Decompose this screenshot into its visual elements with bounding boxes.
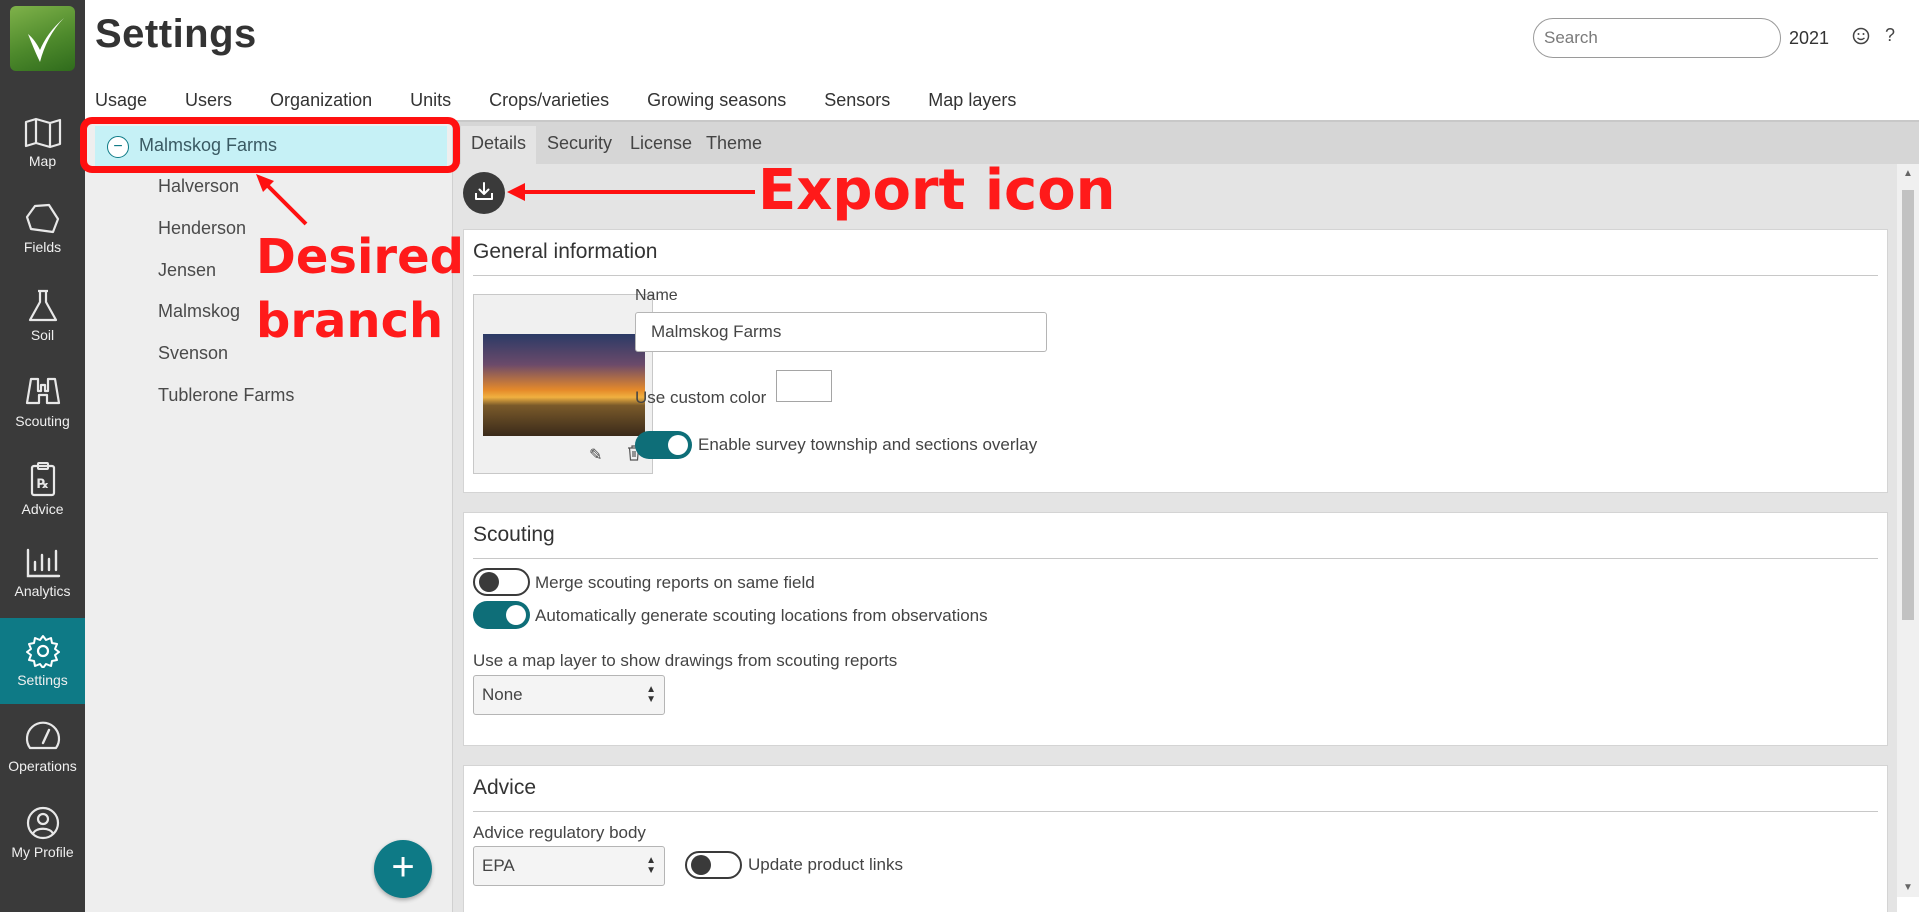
export-annotation-label: Export icon [758, 158, 1116, 223]
export-arrow-head [507, 183, 525, 201]
branch-annotation-label: Desired branch [256, 225, 464, 353]
branch-annotation-line: Desired [256, 229, 465, 285]
branch-arrow [260, 178, 308, 226]
branch-annotation-line: branch [256, 293, 444, 349]
annotation-arrows [256, 174, 755, 226]
